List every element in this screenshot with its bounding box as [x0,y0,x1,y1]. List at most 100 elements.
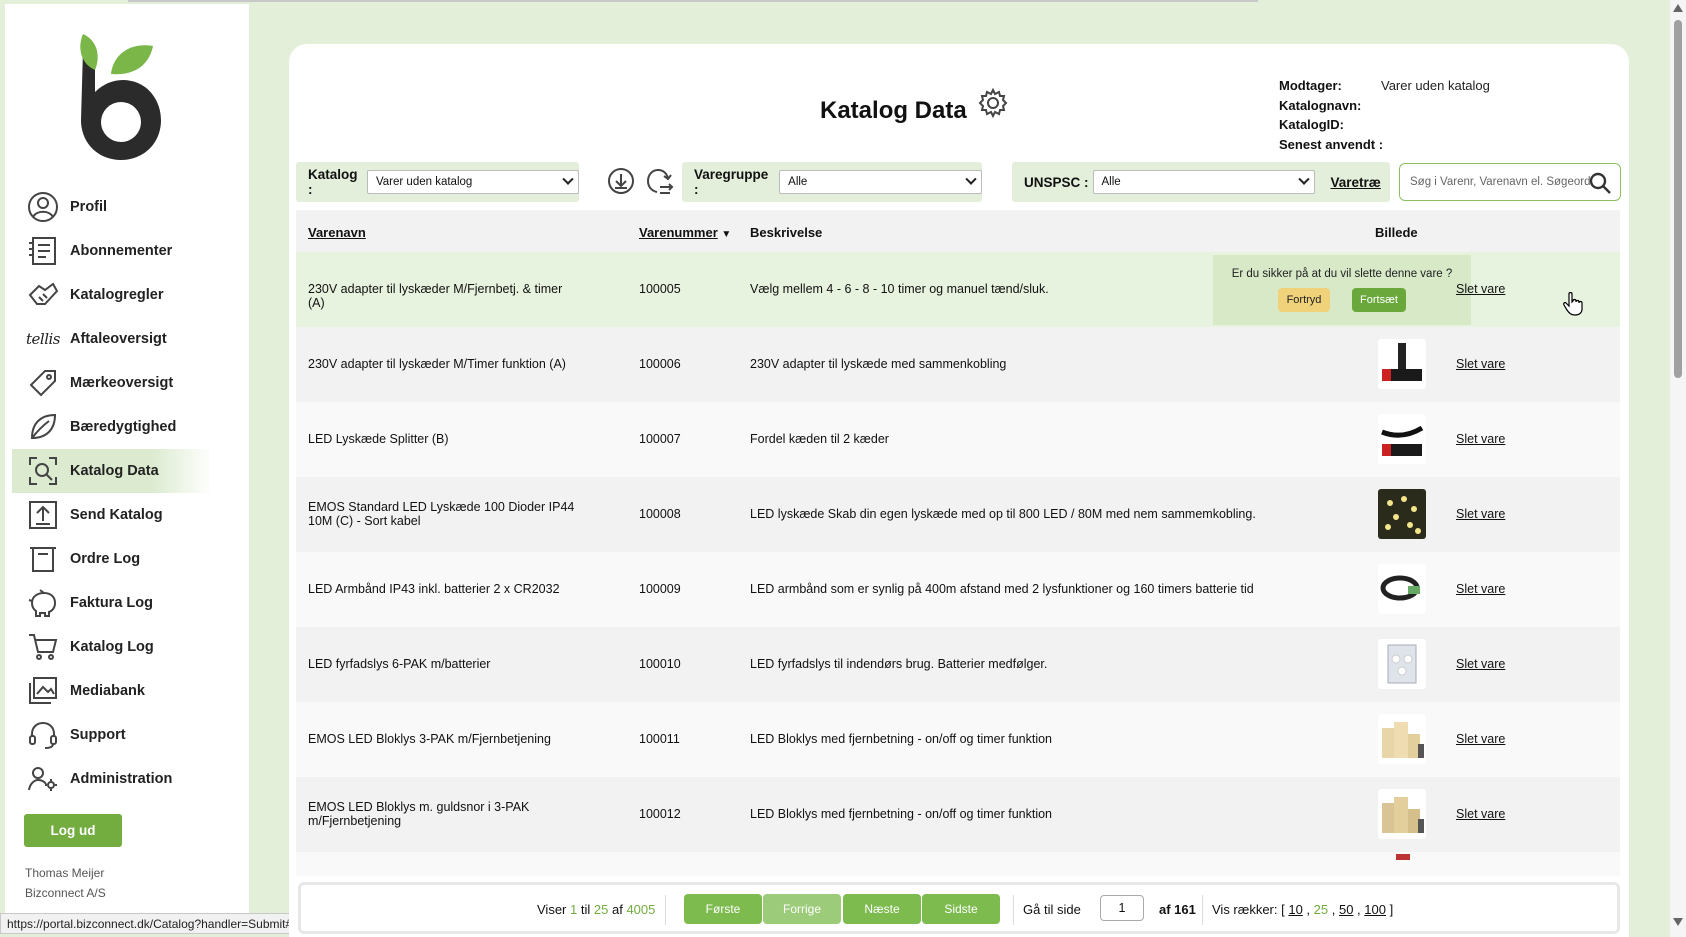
sidebar-item-katalog-data[interactable]: Katalog Data [12,449,212,493]
katalognavn-label: Katalognavn: [1279,97,1362,113]
splitter-image[interactable] [1378,414,1426,464]
column-header-varenummer[interactable]: Varenummer ▼ [639,225,731,240]
sidebar-item-profil[interactable]: Profil [12,185,212,229]
rows-option-100[interactable]: 100 [1364,902,1386,917]
sidebar-item-abonnementer[interactable]: Abonnementer [12,229,212,273]
download-icon[interactable] [606,166,636,196]
sidebar-item-label: Bæredygtighed [70,419,177,435]
delete-item-link[interactable]: Slet vare [1456,582,1505,596]
sidebar-item-label: Ordre Log [70,551,141,567]
page-scrollbar[interactable] [1670,0,1686,937]
cancel-button[interactable]: Fortryd [1278,288,1330,312]
sidebar-item-mediabank[interactable]: Mediabank [12,669,212,713]
search-placeholder: Søg i Varenr, Varenavn el. Søgeord [1410,176,1591,188]
goto-page-label: Gå til side [1023,902,1081,917]
logout-button[interactable]: Log ud [24,814,122,847]
rows-per-page-label: Vis rækker: [ [1212,902,1285,917]
sidebar-item-label: Katalog Data [70,463,159,479]
previous-page-button[interactable]: Forrige [763,894,841,924]
sidebar-item-baeredygtighed[interactable]: Bæredygtighed [12,405,212,449]
sidebar-item-ordre-log[interactable]: Ordre Log [12,537,212,581]
katalog-filter: Katalog : Varer uden katalog [296,162,579,202]
katalog-select-value: Varer uden katalog [375,176,473,188]
hand-cursor-icon [1563,292,1583,316]
candles-image[interactable] [1378,714,1426,764]
delete-item-link[interactable]: Slet vare [1456,657,1505,671]
search-icon[interactable] [1588,171,1612,195]
table-row [296,852,1620,876]
row-number: 100011 [639,732,680,746]
rows-option-50[interactable]: 50 [1339,902,1353,917]
first-page-button[interactable]: Første [684,894,762,924]
scroll-up-arrow-icon[interactable] [1673,4,1683,12]
scrollbar-thumb[interactable] [1674,20,1682,378]
sidebar-item-label: Send Katalog [70,507,163,523]
sidebar-item-administration[interactable]: Administration [12,757,212,801]
table-row: LED Armbånd IP43 inkl. batterier 2 x CR2… [296,552,1620,627]
leaf-icon [26,410,60,444]
sidebar-item-label: Faktura Log [70,595,153,611]
light-chain-image[interactable] [1378,489,1426,539]
armband-image[interactable] [1378,564,1426,614]
delete-item-link[interactable]: Slet vare [1456,282,1505,296]
showing-from: 1 [570,902,578,917]
images-icon [26,674,60,708]
bizconnect-logo[interactable] [69,30,167,164]
pager-divider [1202,895,1203,925]
rows-option-10[interactable]: 10 [1288,902,1302,917]
sidebar-item-maerkeoversigt[interactable]: Mærkeoversigt [12,361,212,405]
delete-item-link[interactable]: Slet vare [1456,807,1505,821]
upload-icon [26,498,60,532]
sidebar-item-katalogregler[interactable]: Katalogregler [12,273,212,317]
katalog-select[interactable]: Varer uden katalog [366,170,579,194]
sidebar-item-send-katalog[interactable]: Send Katalog [12,493,212,537]
sidebar-nav: Profil Abonnementer Katalogregler tellis… [12,185,212,801]
row-number: 100009 [639,582,681,596]
row-number: 100012 [639,807,681,821]
column-header-varenavn[interactable]: Varenavn [308,225,366,240]
sidebar: Profil Abonnementer Katalogregler tellis… [5,4,249,934]
adapter-image[interactable] [1378,339,1426,389]
pager-divider [665,895,666,925]
row-description: Fordel kæden til 2 kæder [750,432,889,446]
sidebar-item-katalog-log[interactable]: Katalog Log [12,625,212,669]
tellis-logo-icon: tellis [26,330,61,348]
candles-gold-image[interactable] [1378,789,1426,839]
katalog-filter-label: Katalog : [308,167,358,197]
last-page-button[interactable]: Sidste [922,894,1000,924]
next-page-button[interactable]: Næste [843,894,921,924]
tealight-image[interactable] [1378,639,1426,689]
page-number-input[interactable]: 1 [1100,895,1144,921]
browser-top-edge [0,0,1686,4]
scroll-down-arrow-icon[interactable] [1673,918,1683,926]
sidebar-item-label: Aftaleoversigt [70,331,167,347]
sort-down-icon: ▼ [721,229,732,240]
rows-per-page-close: ] [1389,902,1394,917]
katalogid-label: KatalogID: [1279,117,1344,132]
continue-button[interactable]: Fortsæt [1352,288,1406,312]
row-description: LED fyrfadslys til indendørs brug. Batte… [750,657,1048,671]
chevron-down-icon [562,173,574,185]
delete-item-link[interactable]: Slet vare [1456,432,1505,446]
row-name: 230V adapter til lyskæder M/Timer funkti… [308,357,566,371]
varegruppe-select[interactable]: Alle [779,170,982,194]
rows-option-25[interactable]: 25 [1314,902,1328,917]
delete-item-link[interactable]: Slet vare [1456,507,1505,521]
refresh-swap-icon[interactable] [644,166,674,196]
varetrae-link[interactable]: Varetræ [1331,175,1381,190]
delete-confirm-question: Er du sikker på at du vil slette denne v… [1231,268,1453,280]
delete-item-link[interactable]: Slet vare [1456,357,1505,371]
sidebar-item-support[interactable]: Support [12,713,212,757]
gear-icon[interactable] [978,88,1008,118]
sidebar-item-aftaleoversigt[interactable]: tellis Aftaleoversigt [12,317,212,361]
row-description: LED armbånd som er synlig på 400m afstan… [750,582,1254,596]
delete-item-link[interactable]: Slet vare [1456,732,1505,746]
row-name: LED Lyskæde Splitter (B) [308,432,449,446]
sidebar-item-label: Abonnementer [70,243,173,259]
unspsc-select[interactable]: Alle [1092,170,1315,194]
product-thumbnail-partial[interactable] [1378,854,1426,864]
unspsc-select-value: Alle [1101,176,1121,188]
search-input[interactable]: Søg i Varenr, Varenavn el. Søgeord [1399,163,1621,201]
pager-divider [1013,895,1014,925]
sidebar-item-faktura-log[interactable]: Faktura Log [12,581,212,625]
